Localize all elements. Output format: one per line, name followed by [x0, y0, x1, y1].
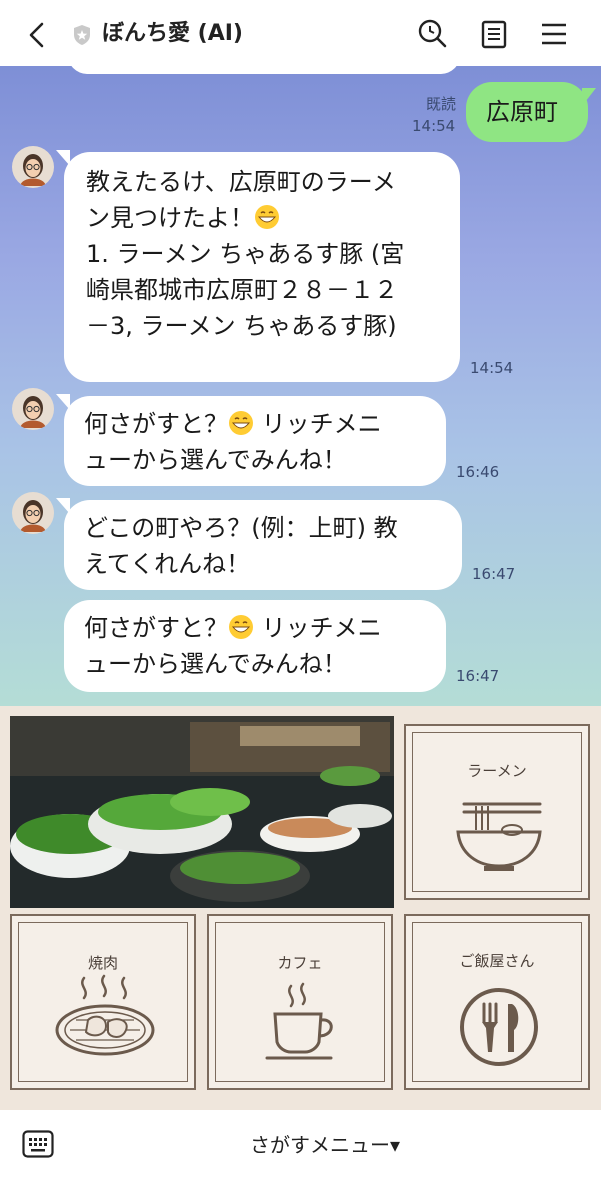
rich-menu-label: 焼肉 — [87, 954, 118, 972]
chat-area[interactable]: 既読 14:54 広原町 教えたるけ、広原町のラーメ ン見つけたよ！ 1. ラー… — [0, 66, 601, 706]
message-line: 1. ラーメン ちゃあるす豚 (宮 — [86, 240, 405, 268]
ramen-bowl-icon — [456, 802, 542, 871]
message-line: えてくれんね！ — [84, 550, 251, 578]
rich-menu-toggle[interactable]: さがすメニュー▾ — [250, 1132, 400, 1158]
bot-avatar[interactable] — [12, 146, 54, 188]
message-time: 14:54 — [470, 359, 514, 377]
message-line: －3, ラーメン ちゃあるす豚) — [86, 312, 397, 340]
message-line: 何さがすと？ — [84, 410, 228, 438]
chat-title: ぼんち愛 (AI) — [102, 21, 243, 46]
rich-menu-label: カフェ — [277, 954, 323, 972]
message-line: ン見つけたよ！ — [86, 204, 254, 232]
user-message-bubble: 広原町 — [466, 82, 588, 142]
fork-knife-icon — [460, 988, 538, 1066]
message-time: 14:54 — [412, 117, 456, 135]
message-text: 広原町 — [486, 98, 558, 126]
back-chevron-icon[interactable] — [22, 20, 52, 50]
grinning-emoji-icon — [229, 411, 253, 435]
rich-menu-restaurant[interactable]: ご飯屋さん — [404, 914, 590, 1090]
grill-icon — [55, 974, 155, 1056]
bot-message-bubble: どこの町やろ？(例：上町) 教 えてくれんね！ — [64, 500, 462, 590]
bubble-tail — [582, 88, 596, 106]
bot-message-bubble: 何さがすと？ リッチメニ ューから選んでみんね！ — [64, 600, 446, 692]
rich-menu-label: ご飯屋さん — [459, 952, 535, 970]
bot-avatar[interactable] — [12, 492, 54, 534]
notes-icon[interactable] — [478, 18, 510, 50]
grinning-emoji-icon — [255, 205, 279, 229]
rich-menu-ramen[interactable]: ラーメン — [404, 724, 590, 900]
chat-header: ぼんち愛 (AI) — [0, 0, 601, 66]
bot-avatar[interactable] — [12, 388, 54, 430]
previous-message-bubble — [68, 66, 460, 74]
message-line: どこの町やろ？(例：上町) 教 — [84, 514, 398, 542]
message-line: ューから選んでみんね！ — [84, 650, 347, 678]
bot-message-bubble: 何さがすと？ リッチメニ ューから選んでみんね！ — [64, 396, 446, 486]
rich-menu-cafe[interactable]: カフェ — [207, 914, 393, 1090]
message-line: 何さがすと？ — [84, 614, 228, 642]
keyboard-icon[interactable] — [22, 1130, 54, 1158]
message-line-suffix: リッチメニ — [254, 614, 382, 642]
shield-icon — [74, 25, 90, 45]
bot-message-bubble: 教えたるけ、広原町のラーメ ン見つけたよ！ 1. ラーメン ちゃあるす豚 (宮 … — [64, 152, 460, 382]
rich-menu-yakiniku[interactable]: 焼肉 — [10, 914, 196, 1090]
message-line-suffix: リッチメニ — [254, 410, 382, 438]
message-time: 16:47 — [472, 565, 516, 583]
message-line: 崎県都城市広原町２８－１２ — [86, 276, 398, 304]
footer-bar: さがすメニュー▾ — [0, 1110, 601, 1200]
hamburger-menu-icon[interactable] — [538, 18, 570, 50]
search-icon[interactable] — [416, 18, 448, 50]
rich-menu-label: ラーメン — [467, 762, 527, 780]
message-time: 16:47 — [456, 667, 500, 685]
grinning-emoji-icon — [229, 615, 253, 639]
message-line: ューから選んでみんね！ — [84, 446, 347, 474]
coffee-cup-icon — [265, 982, 333, 1060]
read-status: 既読 — [426, 95, 457, 113]
message-line: 教えたるけ、広原町のラーメ — [86, 168, 396, 196]
salad-bar-photo[interactable] — [10, 716, 394, 908]
message-time: 16:46 — [456, 463, 500, 481]
